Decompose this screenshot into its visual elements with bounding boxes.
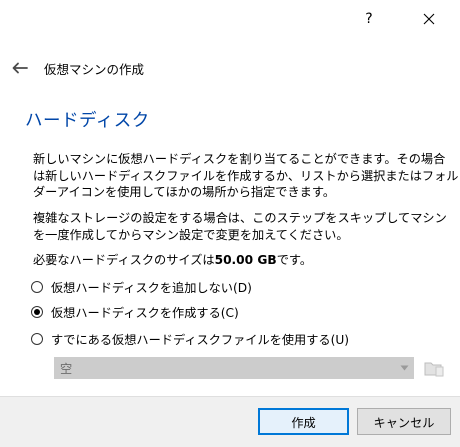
- description-line: ダーアイコンを使用してほかの場所から指定できます。: [33, 185, 336, 199]
- back-arrow-icon: [12, 62, 28, 74]
- radio-no-disk[interactable]: [31, 281, 43, 293]
- close-icon: [423, 13, 435, 25]
- help-button[interactable]: ?: [346, 0, 392, 38]
- size-prefix: 必要なハードディスクのサイズは: [33, 253, 215, 267]
- option-label: すでにある仮想ハードディスクファイルを使用する(U): [51, 333, 350, 347]
- option-label: 仮想ハードディスクを作成する(C): [51, 306, 239, 320]
- select-value: 空: [60, 362, 73, 376]
- page-heading: ハードディスク: [25, 111, 150, 131]
- back-button[interactable]: [10, 58, 30, 78]
- option-no-disk[interactable]: 仮想ハードディスクを追加しない(D): [31, 277, 252, 297]
- radio-create-disk[interactable]: [31, 306, 43, 318]
- cancel-button[interactable]: キャンセル: [357, 408, 451, 435]
- close-button[interactable]: [406, 0, 452, 38]
- folder-icon: [424, 362, 444, 377]
- description-paragraph-1: 新しいマシンに仮想ハードディスクを割り当てることができます。その場合 は新しいハ…: [33, 151, 459, 201]
- disk-size-value: 50.00 GB: [214, 253, 277, 267]
- option-existing-disk[interactable]: すでにある仮想ハードディスクファイルを使用する(U): [31, 329, 349, 349]
- button-bar: 作成 キャンセル: [0, 396, 460, 447]
- description-line: 新しいマシンに仮想ハードディスクを割り当てることができます。その場合: [33, 152, 446, 166]
- description-line: 複雑なストレージの設定をする場合は、このステップをスキップしてマシン: [33, 211, 447, 225]
- description-paragraph-2: 複雑なストレージの設定をする場合は、このステップをスキップしてマシン を一度作成…: [33, 210, 453, 243]
- radio-selected-dot: [34, 309, 40, 315]
- required-size-text: 必要なハードディスクのサイズは50.00 GBです。: [33, 252, 453, 269]
- wizard-title: 仮想マシンの作成: [44, 61, 145, 77]
- existing-disk-select[interactable]: 空: [54, 357, 414, 379]
- option-label: 仮想ハードディスクを追加しない(D): [51, 281, 252, 295]
- create-vm-dialog: ? 仮想マシンの作成 ハードディスク 新しいマシンに仮想ハードディスクを割り当て…: [0, 0, 460, 447]
- description-line: は新しいハードディスクファイルを作成するか、リストから選択またはフォル: [33, 168, 459, 183]
- description-line: を一度作成してからマシン設定で変更を加えてください。: [33, 227, 349, 242]
- wizard-header: 仮想マシンの作成: [10, 57, 144, 79]
- title-bar: ?: [0, 0, 460, 38]
- radio-existing-disk[interactable]: [31, 333, 43, 345]
- option-create-disk[interactable]: 仮想ハードディスクを作成する(C): [31, 302, 239, 322]
- help-icon: ?: [365, 11, 373, 27]
- chevron-down-icon: [400, 365, 409, 371]
- choose-disk-file-button[interactable]: [423, 357, 445, 379]
- create-button[interactable]: 作成: [258, 408, 349, 435]
- size-suffix: です。: [276, 253, 313, 267]
